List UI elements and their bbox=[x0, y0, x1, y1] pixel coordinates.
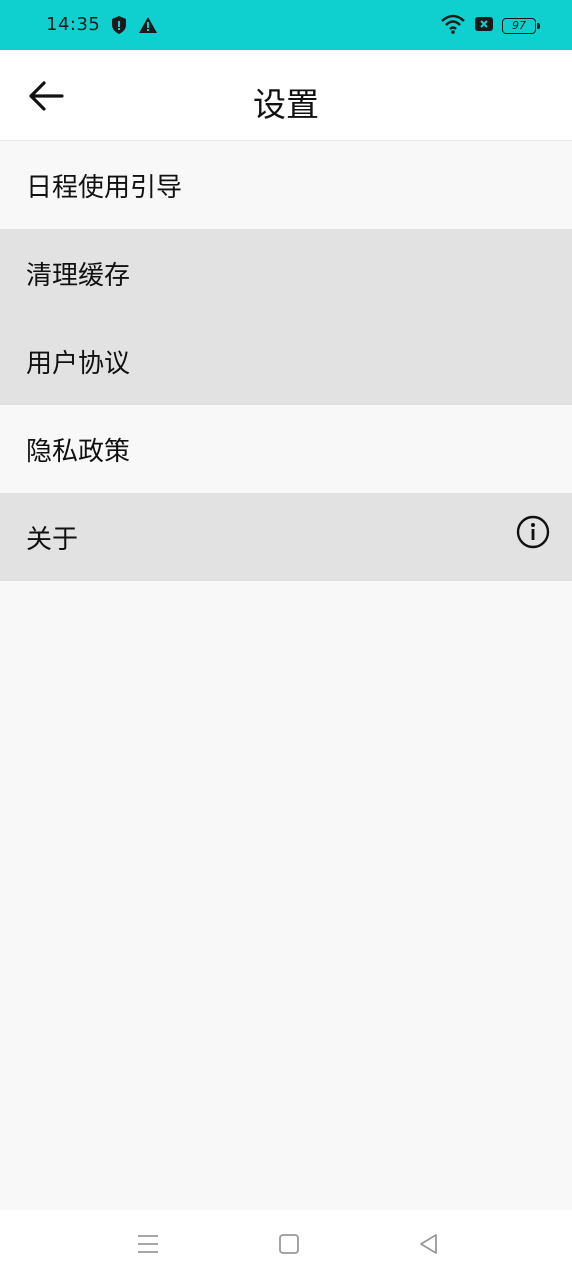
menu-item-label: 日程使用引导 bbox=[26, 172, 183, 203]
recent-apps-button[interactable] bbox=[135, 1231, 161, 1257]
app-bar: 设置 bbox=[0, 50, 572, 141]
wifi-icon bbox=[440, 13, 466, 39]
sim-x-icon bbox=[474, 15, 494, 37]
back-triangle-icon bbox=[416, 1234, 442, 1261]
menu-item-label: 用户协议 bbox=[26, 348, 131, 379]
battery-icon: 97 bbox=[502, 18, 540, 34]
menu-item-about[interactable]: 关于 bbox=[0, 493, 572, 581]
home-button[interactable] bbox=[276, 1231, 302, 1257]
shield-icon bbox=[110, 15, 128, 39]
menu-item-privacy-policy[interactable]: 隐私政策 bbox=[0, 405, 572, 493]
info-icon bbox=[516, 515, 550, 549]
status-right-icons: 97 bbox=[440, 13, 540, 39]
menu-item-label: 关于 bbox=[26, 524, 79, 555]
home-square-icon bbox=[276, 1234, 302, 1261]
status-left-icons bbox=[110, 15, 158, 39]
system-nav-bar bbox=[0, 1210, 572, 1280]
menu-item-schedule-guide[interactable]: 日程使用引导 bbox=[0, 141, 572, 229]
menu-item-user-agreement[interactable]: 用户协议 bbox=[0, 317, 572, 405]
status-time: 14:35 bbox=[46, 14, 101, 35]
warning-icon bbox=[138, 15, 158, 39]
menu-lines-icon bbox=[135, 1235, 161, 1261]
page-title: 设置 bbox=[253, 85, 319, 124]
menu-item-clear-cache[interactable]: 清理缓存 bbox=[0, 229, 572, 317]
menu-item-label: 隐私政策 bbox=[26, 436, 131, 467]
status-bar: 14:35 97 bbox=[0, 0, 572, 50]
system-back-button[interactable] bbox=[416, 1231, 442, 1257]
menu-item-label: 清理缓存 bbox=[26, 260, 131, 291]
settings-menu: 日程使用引导 清理缓存 用户协议 隐私政策 关于 bbox=[0, 141, 572, 581]
